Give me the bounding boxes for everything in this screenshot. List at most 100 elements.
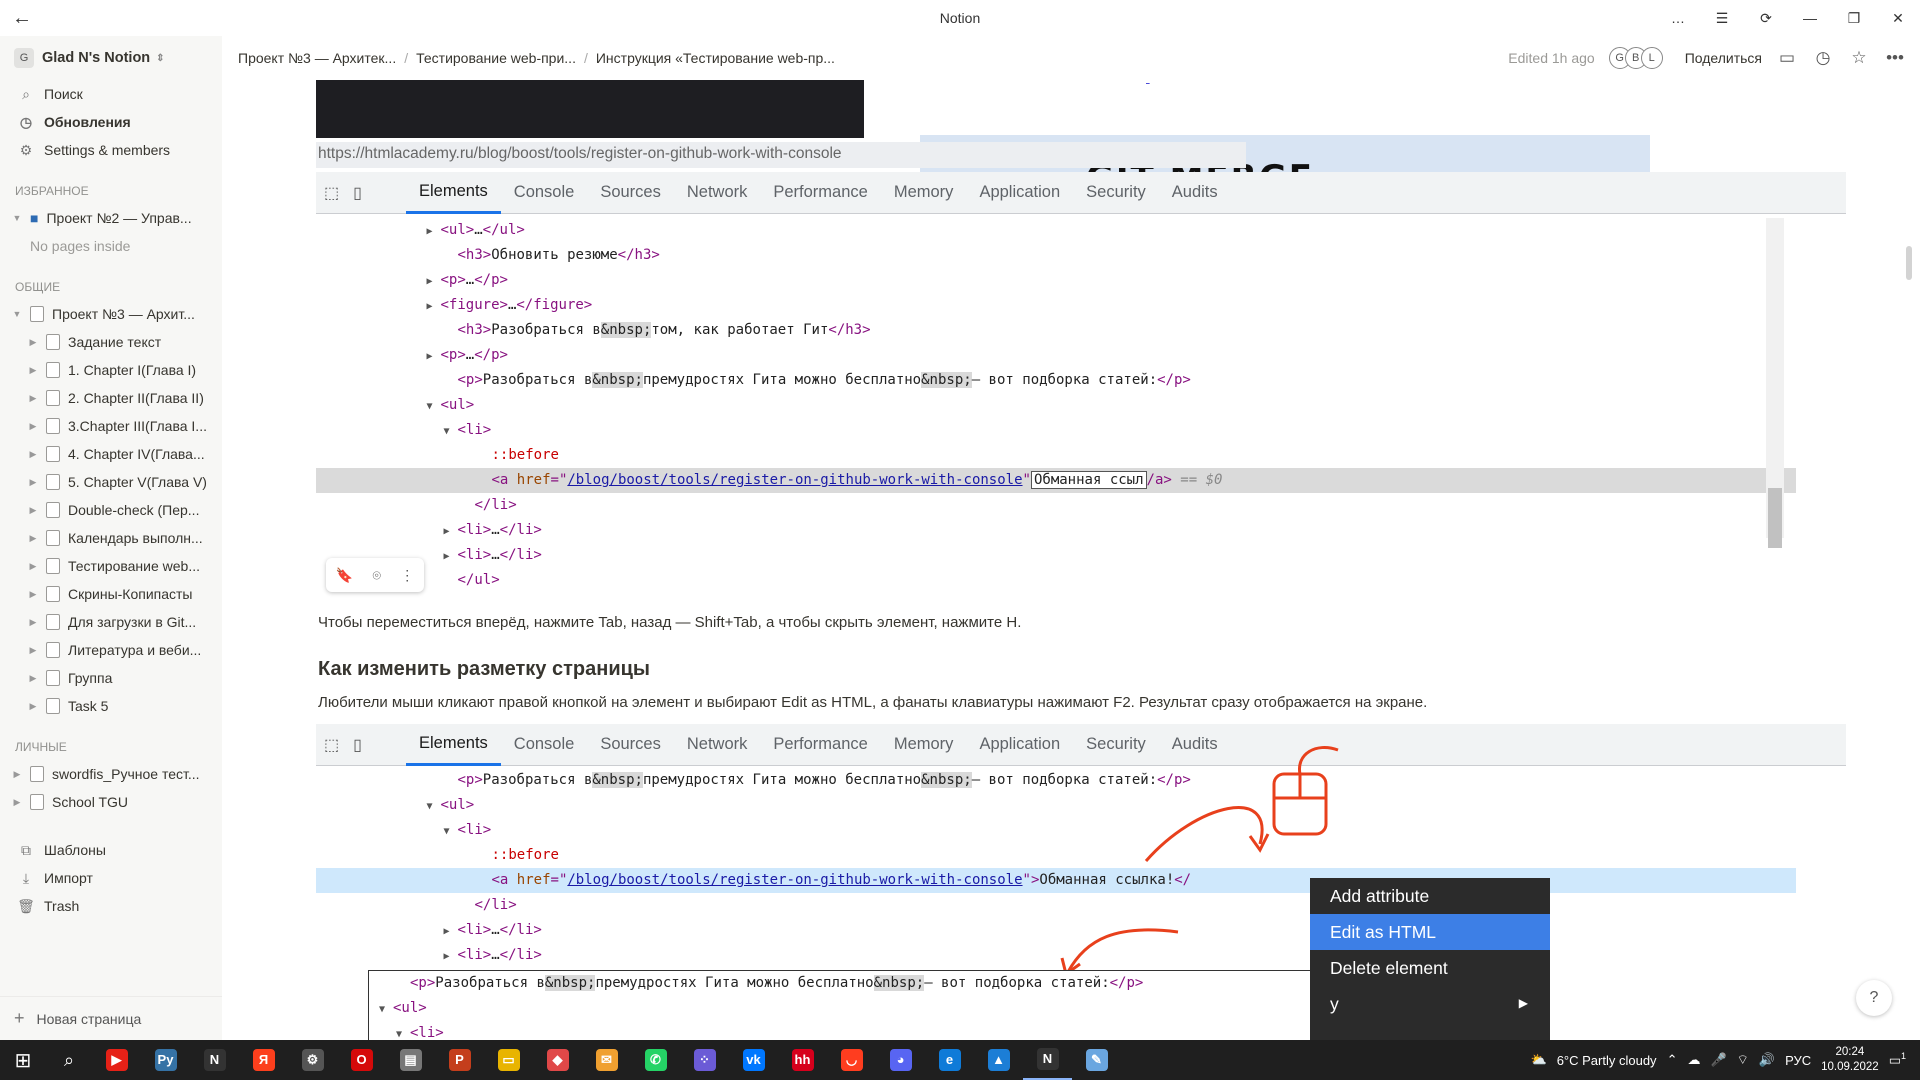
notepad-taskbar-button[interactable]: ✎ xyxy=(1072,1049,1121,1071)
sidebar-page[interactable]: ▶ Скрины-Копипасты xyxy=(0,580,222,608)
bookmark-icon[interactable]: 🔖 xyxy=(336,567,353,584)
opera-taskbar-button[interactable]: O xyxy=(337,1049,386,1071)
notion-taskbar-button[interactable]: N xyxy=(190,1049,239,1071)
scrollbar-thumb[interactable] xyxy=(1768,488,1782,548)
tab-audits[interactable]: Audits xyxy=(1159,172,1231,214)
camera-icon[interactable]: ⌾ xyxy=(373,567,381,584)
sidebar-page[interactable]: ▶ Задание текст xyxy=(0,328,222,356)
tab-elements[interactable]: Elements xyxy=(406,172,501,214)
sidebar-page[interactable]: ▶ Тестирование web... xyxy=(0,552,222,580)
star-icon[interactable]: ☆ xyxy=(1848,48,1870,68)
toggle-right-icon[interactable]: ▶ xyxy=(26,533,40,544)
hh-taskbar-button[interactable]: hh xyxy=(778,1049,827,1071)
dom-node-line[interactable]: ▶ <ul>…</ul> xyxy=(316,218,1796,243)
toggle-right-icon[interactable]: ▶ xyxy=(26,337,40,348)
sidebar-page[interactable]: ▶ 1. Chapter I(Глава I) xyxy=(0,356,222,384)
tab-network[interactable]: Network xyxy=(674,172,761,214)
sidebar-page-favorite[interactable]: ▼ ■ Проект №2 — Управ... xyxy=(0,204,222,232)
discord-taskbar-button[interactable]: ◕ xyxy=(876,1049,925,1071)
dom-toggle-icon[interactable]: ▶ xyxy=(427,344,441,369)
sidebar-item-updates[interactable]: ◷ Обновления xyxy=(0,108,222,136)
dom-toggle-icon[interactable]: ▶ xyxy=(427,294,441,319)
close-button[interactable]: ✕ xyxy=(1876,0,1920,36)
dom-toggle-icon[interactable]: ▼ xyxy=(444,419,458,444)
sidebar-page[interactable]: ▶ Task 5 xyxy=(0,692,222,720)
menu-item-edit-as-html[interactable]: Edit as HTML xyxy=(1310,914,1550,950)
search-icon[interactable]: ⌕ xyxy=(46,1050,92,1071)
tab-sources[interactable]: Sources xyxy=(587,172,674,214)
powerpoint-taskbar-button[interactable]: P xyxy=(435,1049,484,1071)
toggle-right-icon[interactable]: ▶ xyxy=(26,393,40,404)
toggle-right-icon[interactable]: ▶ xyxy=(26,645,40,656)
sidebar-page[interactable]: ▶ School TGU xyxy=(0,788,222,816)
python-taskbar-button[interactable]: Py xyxy=(141,1049,190,1071)
dom-node-line[interactable]: ▼ <li> xyxy=(379,1021,1859,1040)
weather-icon[interactable]: ⛅ xyxy=(1531,1052,1547,1068)
sidebar-page[interactable]: ▶ Литература и веби... xyxy=(0,636,222,664)
toggle-down-icon[interactable]: ▼ xyxy=(10,213,24,223)
dom-node-line[interactable]: </li> xyxy=(316,493,1796,518)
photos-taskbar-button[interactable]: ▲ xyxy=(974,1049,1023,1071)
dom-node-line[interactable]: ▶ <li>…</li> xyxy=(316,543,1796,568)
dom-node-line[interactable]: ▶ <li>…</li> xyxy=(316,518,1796,543)
new-page-button[interactable]: + Новая страница xyxy=(0,996,222,1040)
tab-security[interactable]: Security xyxy=(1073,172,1159,214)
breadcrumb-item[interactable]: Проект №3 — Архитек... xyxy=(222,50,402,66)
menu-item-add-attribute[interactable]: Add attribute xyxy=(1310,878,1550,914)
workspace-switcher[interactable]: G Glad N's Notion ⇕ xyxy=(0,36,222,80)
help-button[interactable]: ? xyxy=(1856,980,1892,1016)
breadcrumb-item[interactable]: Тестирование web-при... xyxy=(410,50,582,66)
more-vertical-icon[interactable]: ⋮ xyxy=(400,567,414,584)
volume-icon[interactable]: 🔊 xyxy=(1759,1052,1775,1068)
toggle-right-icon[interactable]: ▶ xyxy=(26,477,40,488)
sidebar-page-shared-root[interactable]: ▼ Проект №3 — Архит... xyxy=(0,300,222,328)
mic-icon[interactable]: 🎤 xyxy=(1710,1052,1726,1068)
dom-toggle-icon[interactable]: ▶ xyxy=(427,219,441,244)
toggle-right-icon[interactable]: ▶ xyxy=(26,701,40,712)
restore-button[interactable]: ❐ xyxy=(1832,0,1876,36)
sidebar-page[interactable]: ▶ swordfis_Ручное тест... xyxy=(0,760,222,788)
dom-node-line[interactable]: <p>Разобраться в&nbsp;премудростях Гита … xyxy=(379,971,1859,996)
more-icon[interactable]: … xyxy=(1656,0,1700,36)
toggle-right-icon[interactable]: ▶ xyxy=(26,673,40,684)
windows-start-icon[interactable]: ⊞ xyxy=(0,1048,46,1073)
history-clock-icon[interactable]: ◷ xyxy=(1812,48,1834,68)
dom-toggle-icon[interactable]: ▶ xyxy=(444,544,458,569)
dom-node-line[interactable]: <h3>Разобраться в&nbsp;том, как работает… xyxy=(316,318,1796,343)
mail-taskbar-button[interactable]: ✉ xyxy=(582,1049,631,1071)
tab-application[interactable]: Application xyxy=(966,172,1073,214)
toggle-down-icon[interactable]: ▼ xyxy=(10,309,24,319)
sidebar-page[interactable]: ▶ 3.Chapter III(Глава I... xyxy=(0,412,222,440)
dom-scrollbar[interactable] xyxy=(1766,218,1784,548)
dom-node-line[interactable]: ▶ <p>…</p> xyxy=(316,268,1796,293)
back-arrow-icon[interactable]: ← xyxy=(0,7,44,30)
app-red-taskbar-button[interactable]: ◆ xyxy=(533,1049,582,1071)
menu-item-delete-element[interactable]: Delete element xyxy=(1310,950,1550,986)
comment-icon[interactable]: ▭ xyxy=(1776,48,1798,68)
dom-node-line[interactable]: ▼ <ul> xyxy=(379,996,1859,1021)
weather-text[interactable]: 6°C Partly cloudy xyxy=(1557,1053,1657,1068)
sidebar-item-search[interactable]: ⌕ Поиск xyxy=(0,80,222,108)
dom-node-line[interactable]: ▼ <li> xyxy=(316,418,1796,443)
dom-node-line[interactable]: ▶ <p>…</p> xyxy=(316,343,1796,368)
tab-console[interactable]: Console xyxy=(501,172,588,214)
tab-performance[interactable]: Performance xyxy=(760,172,880,214)
clock[interactable]: 20:24 10.09.2022 xyxy=(1821,1045,1879,1075)
dom-node-line[interactable]: ▶ <figure>…</figure> xyxy=(316,293,1796,318)
shop-taskbar-button[interactable]: ◡ xyxy=(827,1049,876,1071)
hamburger-menu-icon[interactable]: ☰ xyxy=(1700,0,1744,36)
sync-icon[interactable]: ⟳ xyxy=(1744,0,1788,36)
vk-taskbar-button[interactable]: vk xyxy=(729,1049,778,1071)
sidebar-page[interactable]: ▶ 5. Chapter V(Глава V) xyxy=(0,468,222,496)
dom-node-line[interactable]: <a href="/blog/boost/tools/register-on-g… xyxy=(316,468,1796,493)
sidebar-page[interactable]: ▶ Double-check (Пер... xyxy=(0,496,222,524)
dom-node-line[interactable]: ▼ <ul> xyxy=(316,393,1796,418)
toggle-right-icon[interactable]: ▶ xyxy=(26,561,40,572)
dom-node-line[interactable]: </ul> xyxy=(316,568,1796,593)
share-button[interactable]: Поделиться xyxy=(1685,50,1762,66)
toggle-right-icon[interactable]: ▶ xyxy=(26,421,40,432)
toggle-right-icon[interactable]: ▶ xyxy=(26,589,40,600)
sidebar-page[interactable]: ▶ Календарь выполн... xyxy=(0,524,222,552)
menu-item-submenu[interactable]: y xyxy=(1310,986,1550,1022)
sidebar-page[interactable]: ▶ Для загрузки в Git... xyxy=(0,608,222,636)
